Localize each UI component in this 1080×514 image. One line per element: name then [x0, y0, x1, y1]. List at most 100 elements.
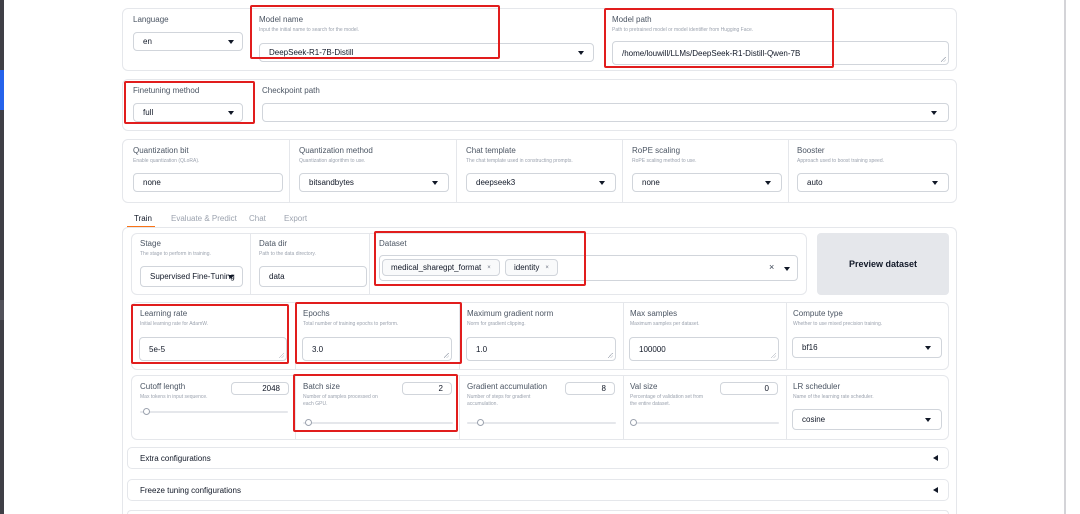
model-name-label: Model name — [259, 15, 304, 24]
tab-evaluate-predict[interactable]: Evaluate & Predict — [171, 214, 237, 223]
slider-thumb[interactable] — [142, 408, 150, 415]
slider-thumb[interactable] — [630, 419, 637, 426]
language-select[interactable]: en — [133, 32, 243, 51]
grad-accum-slider[interactable] — [467, 422, 616, 424]
model-path-input[interactable]: /home/louwill/LLMs/DeepSeek-R1-Distill-Q… — [612, 41, 949, 65]
accordion-label: Freeze tuning configurations — [140, 485, 241, 495]
model-name-info: Input the initial name to search for the… — [259, 27, 360, 33]
dataset-chip-label: medical_sharegpt_format — [391, 263, 482, 272]
checkpoint-field: Checkpoint path — [262, 86, 320, 96]
rope-info: RoPE scaling method to use. — [632, 158, 697, 164]
compute-type-label: Compute type — [793, 309, 843, 318]
data-dir-info: Path to the data directory. — [259, 251, 316, 257]
data-dir-value: data — [269, 272, 285, 281]
max-samples-field: Max samples Maximum samples per dataset. — [630, 309, 699, 328]
model-path-value: /home/louwill/LLMs/DeepSeek-R1-Distill-Q… — [622, 48, 801, 58]
model-name-value: DeepSeek-R1-7B-Distill — [269, 48, 354, 57]
chevron-down-icon — [765, 181, 771, 185]
chip-remove-icon[interactable]: × — [545, 265, 549, 271]
batch-size-info-2: each GPU. — [303, 401, 328, 407]
max-grad-norm-value: 1.0 — [476, 344, 488, 354]
val-size-field: Val size Percentage of validation set fr… — [630, 382, 703, 408]
resize-grip-icon — [444, 353, 449, 358]
batch-size-number-input[interactable]: 2 — [402, 382, 452, 395]
compute-type-field: Compute type Whether to use mixed precis… — [793, 309, 882, 328]
quant-method-select[interactable]: bitsandbytes — [299, 173, 449, 192]
cutoff-len-label: Cutoff length — [140, 382, 186, 391]
chevron-down-icon — [432, 181, 438, 185]
clear-selection-icon[interactable]: × — [769, 262, 774, 272]
learning-rate-field: Learning rate Initial learning rate for … — [140, 309, 208, 328]
quant-method-info: Quantization algorithm to use. — [299, 158, 366, 164]
dataset-field: Dataset — [379, 239, 407, 249]
cutoff-len-slider[interactable] — [140, 411, 288, 413]
quant-method-label: Quantization method — [299, 146, 373, 155]
val-size-number-input[interactable]: 0 — [720, 382, 778, 395]
slider-thumb[interactable] — [304, 419, 312, 426]
tab-train[interactable]: Train — [134, 214, 152, 223]
model-name-select[interactable]: DeepSeek-R1-7B-Distill — [259, 43, 594, 62]
tab-export[interactable]: Export — [284, 214, 307, 223]
val-size-info-1: Percentage of validation set from — [630, 394, 704, 400]
resize-grip-icon — [771, 353, 776, 358]
max-grad-norm-input[interactable]: 1.0 — [466, 337, 616, 361]
quant-method-field: Quantization method Quantization algorit… — [299, 146, 373, 165]
chevron-down-icon — [228, 111, 234, 115]
lr-scheduler-value: cosine — [802, 415, 826, 424]
checkpoint-select[interactable] — [262, 103, 949, 122]
right-window-edge — [1064, 0, 1066, 514]
cutoff-len-field: Cutoff length Max tokens in input sequen… — [140, 382, 208, 401]
max-samples-label: Max samples — [630, 309, 678, 318]
learning-rate-label: Learning rate — [140, 309, 188, 318]
compute-type-select[interactable]: bf16 — [792, 337, 942, 358]
resize-grip-icon — [608, 353, 613, 358]
language-value: en — [143, 37, 152, 46]
grad-accum-number-input[interactable]: 8 — [565, 382, 615, 395]
max-samples-input[interactable]: 100000 — [629, 337, 779, 361]
quant-bit-info: Enable quantization (QLoRA). — [133, 158, 200, 164]
data-dir-input[interactable]: data — [259, 266, 367, 287]
chat-template-select[interactable]: deepseek3 — [466, 173, 616, 192]
next-accordion-edge — [127, 510, 949, 514]
dataset-label: Dataset — [379, 239, 407, 248]
stage-select[interactable]: Supervised Fine-Tuning — [140, 266, 243, 287]
max-samples-value: 100000 — [639, 344, 666, 354]
epochs-label: Epochs — [303, 309, 330, 318]
epochs-input[interactable]: 3.0 — [302, 337, 452, 361]
booster-value: auto — [807, 178, 823, 187]
collapse-arrow-icon — [933, 487, 938, 493]
lr-scheduler-select[interactable]: cosine — [792, 409, 942, 430]
model-path-label: Model path — [612, 15, 652, 24]
preview-dataset-button[interactable]: Preview dataset — [817, 233, 949, 295]
grad-accum-info-2: accumulation. — [467, 401, 498, 407]
batch-size-slider[interactable] — [303, 422, 453, 424]
stage-field: Stage The stage to perform in training. — [140, 239, 211, 258]
booster-select[interactable]: auto — [797, 173, 949, 192]
dataset-chip-label: identity — [514, 263, 540, 272]
freeze-tuning-accordion[interactable]: Freeze tuning configurations — [127, 479, 949, 501]
stage-value: Supervised Fine-Tuning — [150, 272, 235, 281]
chevron-down-icon — [932, 181, 938, 185]
batch-size-field: Batch size Number of samples processed o… — [303, 382, 378, 408]
grad-accum-label: Gradient accumulation — [467, 382, 548, 391]
dataset-chip[interactable]: medical_sharegpt_format × — [382, 259, 500, 276]
grad-accum-field: Gradient accumulation Number of steps fo… — [467, 382, 547, 408]
chevron-down-icon — [931, 111, 937, 115]
dataset-chip[interactable]: identity × — [505, 259, 558, 276]
tab-chat[interactable]: Chat — [249, 214, 266, 223]
model-path-info: Path to pretrained model or model identi… — [612, 27, 754, 33]
lr-scheduler-info: Name of the learning rate scheduler. — [793, 394, 874, 400]
quant-bit-select[interactable]: none — [133, 173, 283, 192]
val-size-slider[interactable] — [630, 422, 779, 424]
finetuning-select[interactable]: full — [133, 103, 243, 122]
max-grad-norm-label: Maximum gradient norm — [467, 309, 554, 318]
epochs-field: Epochs Total number of training epochs t… — [303, 309, 398, 328]
collapse-arrow-icon — [933, 455, 938, 461]
stage-label: Stage — [140, 239, 161, 248]
learning-rate-input[interactable]: 5e-5 — [139, 337, 287, 361]
cutoff-len-number-input[interactable]: 2048 — [231, 382, 289, 395]
chip-remove-icon[interactable]: × — [487, 265, 491, 271]
extra-configurations-accordion[interactable]: Extra configurations — [127, 447, 949, 469]
rope-select[interactable]: none — [632, 173, 782, 192]
chevron-down-icon — [784, 267, 790, 271]
